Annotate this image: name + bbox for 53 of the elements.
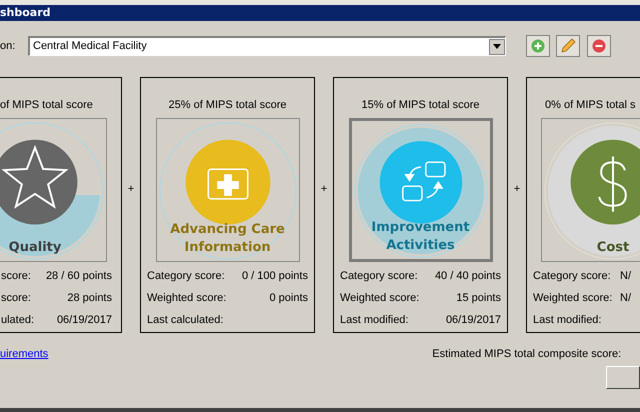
row-label: score:: [1, 268, 31, 284]
category-tile[interactable]: Cost: [541, 118, 640, 262]
plus-sign: +: [514, 182, 520, 197]
category-name: Improvement Activities: [370, 219, 471, 255]
row-value: 06/19/2017: [56, 312, 112, 328]
category-tile[interactable]: Advancing Care Information: [156, 118, 300, 262]
location-label: on:: [0, 38, 16, 54]
star-icon: [1, 144, 69, 209]
plus-sign: +: [320, 182, 328, 197]
category-name: Quality: [8, 239, 62, 257]
category-tile[interactable]: Quality: [0, 118, 107, 262]
row-value: 15 points: [456, 290, 501, 306]
category-name: Cost: [596, 239, 630, 257]
row-label: ulated:: [1, 312, 34, 328]
row-label: Weighted score:: [340, 290, 420, 306]
row-value: N/: [620, 290, 631, 306]
weight-label: 0% of MIPS total s: [544, 98, 636, 113]
location-dropdown[interactable]: Central Medical Facility: [28, 36, 506, 56]
row-label: Last modified:: [340, 312, 408, 328]
row-label: Weighted score:: [147, 290, 226, 306]
plus-circle-icon: [531, 39, 545, 53]
composite-score-label: Estimated MIPS total composite score:: [432, 346, 622, 362]
dialog-button[interactable]: [606, 366, 640, 389]
weight-label: 15% of MIPS total score: [360, 98, 480, 113]
row-label: Category score:: [340, 268, 418, 284]
dollar-icon: [598, 156, 627, 212]
edit-button[interactable]: [556, 35, 580, 57]
row-value: N/: [620, 268, 631, 284]
remove-button[interactable]: [587, 35, 611, 57]
row-value: 0 points: [269, 290, 308, 306]
plus-sign: +: [128, 182, 134, 197]
window-title: shboard: [0, 4, 51, 21]
row-value: 06/19/2017: [446, 312, 501, 328]
pencil-icon: [560, 38, 576, 54]
category-name: Advancing Care Information: [169, 221, 286, 257]
row-value: 0 / 100 points: [242, 268, 308, 284]
row-label: Last calculated:: [147, 312, 224, 328]
minus-circle-icon: [592, 39, 606, 53]
row-label: score:: [1, 290, 31, 306]
row-label: Weighted score:: [533, 290, 614, 306]
category-tile[interactable]: Improvement Activities: [348, 118, 492, 262]
row-label: Last modified:: [533, 312, 602, 328]
row-value: 28 / 60 points: [46, 268, 112, 284]
add-button[interactable]: [526, 35, 550, 57]
row-label: Category score:: [147, 268, 225, 284]
row-label: Category score:: [533, 268, 612, 284]
weight-label: 25% of MIPS total score: [168, 98, 288, 113]
row-value: 28 points: [67, 290, 112, 306]
medical-kit-icon: [207, 168, 248, 200]
weight-label: of MIPS total score: [0, 98, 94, 113]
cycle-arrows-icon: [402, 162, 446, 202]
row-value: 40 / 40 points: [434, 268, 501, 284]
requirements-link[interactable]: uirements: [0, 346, 48, 362]
